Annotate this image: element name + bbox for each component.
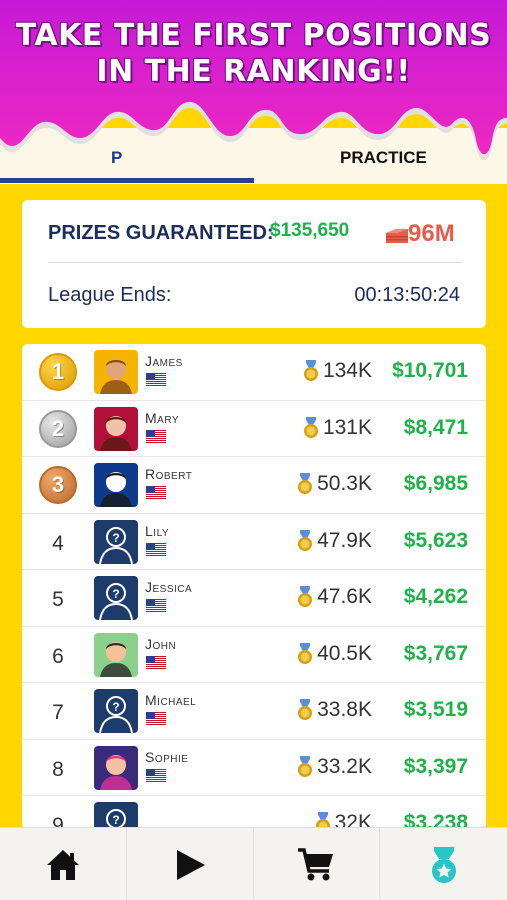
- us-flag-icon: [146, 429, 166, 443]
- rank-number: 8: [52, 757, 64, 781]
- league-summary-card: PRIZES GUARANTEED: $135,650 96M League E…: [22, 200, 486, 328]
- home-icon: [46, 849, 79, 880]
- cart-icon: [298, 847, 334, 880]
- player-score: 131K: [322, 415, 372, 439]
- chips-icon: [386, 229, 408, 243]
- medal-icon: [297, 755, 313, 779]
- headline: TAKE THE FIRST POSITIONS IN THE RANKING!…: [0, 18, 507, 90]
- leaderboard-row[interactable]: 3 Robert 50.3K $6,985: [22, 457, 486, 514]
- us-flag-icon: [146, 599, 166, 612]
- player-score: 47.6K: [317, 585, 372, 608]
- us-flag-icon: [146, 768, 166, 782]
- rank-medal-silver: 2: [39, 409, 77, 448]
- player-prize: $3,519: [403, 698, 468, 721]
- svg-text:?: ?: [112, 813, 119, 827]
- avatar: [94, 632, 138, 677]
- rank-number: 2: [51, 415, 65, 441]
- rank-number: 1: [51, 359, 65, 384]
- headline-line2: IN THE RANKING!!: [96, 54, 411, 89]
- nav-play[interactable]: [127, 828, 254, 900]
- rank-number: 6: [52, 644, 64, 668]
- medal-icon: [297, 529, 313, 553]
- player-prize: $8,471: [403, 415, 468, 439]
- player-name: Lily: [145, 522, 170, 539]
- medal-icon: [303, 359, 319, 383]
- player-prize: $5,623: [403, 528, 468, 552]
- leaderboard-row[interactable]: 5? Jessica 47.6K $4,262: [22, 570, 486, 627]
- us-flag-icon: [146, 373, 166, 386]
- player-score: 40.5K: [317, 641, 372, 665]
- player-score: 134K: [322, 359, 372, 382]
- rank-number: 3: [51, 472, 65, 497]
- svg-text:?: ?: [112, 531, 119, 545]
- avatar: ?: [94, 689, 138, 733]
- rank-number: 4: [52, 531, 64, 555]
- leaderboard-row[interactable]: 4? Lily 47.9K $5,623: [22, 514, 486, 570]
- player-prize: $3,767: [403, 641, 468, 665]
- bottom-nav: [0, 827, 507, 900]
- player-score: 33.8K: [317, 698, 372, 721]
- player-score: 50.3K: [317, 472, 372, 495]
- player-score: 47.9K: [317, 528, 372, 552]
- nav-home[interactable]: [0, 828, 127, 900]
- avatar: ?: [94, 576, 138, 620]
- medal-icon: [297, 585, 313, 609]
- avatar: [94, 406, 138, 451]
- nav-ranking[interactable]: [380, 828, 507, 900]
- player-name: James: [145, 353, 183, 369]
- league-ends-label: League Ends:: [48, 284, 172, 306]
- avatar: ?: [94, 519, 138, 564]
- player-name: John: [145, 635, 177, 652]
- active-tab-indicator: [0, 178, 254, 183]
- ranking-medal-icon: [431, 846, 456, 883]
- avatar: [94, 350, 138, 394]
- leaderboard-row[interactable]: 9? 32K $3,238: [22, 796, 486, 830]
- divider: [48, 262, 462, 263]
- rank-medal-gold: 1: [39, 353, 77, 391]
- player-name: Robert: [145, 466, 193, 482]
- prizes-guaranteed-value: $135,650: [270, 220, 350, 241]
- nav-store[interactable]: [254, 828, 381, 900]
- leaderboard-row[interactable]: 7? Michael 33.8K $3,519: [22, 683, 486, 740]
- leaderboard: 1 James 134K $10,701 2 Mary 131K $8,471 3 Robert 5…: [22, 344, 486, 830]
- avatar: [94, 463, 138, 507]
- player-prize: $4,262: [403, 585, 468, 608]
- medal-icon: [297, 642, 313, 666]
- avatar: [94, 745, 138, 790]
- svg-text:?: ?: [112, 587, 119, 601]
- rank-medal-bronze: 3: [39, 466, 77, 504]
- leaderboard-row[interactable]: 6 John 40.5K $3,767: [22, 627, 486, 683]
- player-name: Sophie: [145, 748, 189, 765]
- rank-number: 7: [52, 701, 64, 724]
- leaderboard-row[interactable]: 1 James 134K $10,701: [22, 344, 486, 401]
- medal-icon: [297, 472, 313, 496]
- prizes-guaranteed-label: PRIZES GUARANTEED:: [48, 222, 274, 244]
- rank-number: 5: [52, 588, 64, 611]
- play-icon: [176, 849, 205, 880]
- us-flag-icon: [146, 486, 166, 499]
- us-flag-icon: [146, 712, 166, 725]
- medal-icon: [303, 416, 319, 440]
- leaderboard-row[interactable]: 8 Sophie 33.2K $3,397: [22, 740, 486, 796]
- headline-line1: TAKE THE FIRST POSITIONS: [15, 18, 492, 53]
- player-score: 33.2K: [317, 754, 372, 778]
- player-prize: $10,701: [392, 359, 468, 382]
- avatar: ?: [94, 802, 138, 830]
- player-name: Jessica: [145, 579, 193, 595]
- player-name: Mary: [145, 409, 180, 426]
- medal-icon: [297, 698, 313, 722]
- us-flag-icon: [146, 655, 166, 669]
- player-prize: $6,985: [403, 472, 468, 495]
- chips-value: 96M: [408, 220, 455, 247]
- leaderboard-row[interactable]: 2 Mary 131K $8,471: [22, 401, 486, 457]
- player-prize: $3,397: [403, 754, 468, 778]
- player-name: Michael: [145, 692, 197, 708]
- svg-text:?: ?: [112, 700, 119, 714]
- us-flag-icon: [146, 542, 166, 556]
- league-countdown: 00:13:50:24: [354, 284, 460, 306]
